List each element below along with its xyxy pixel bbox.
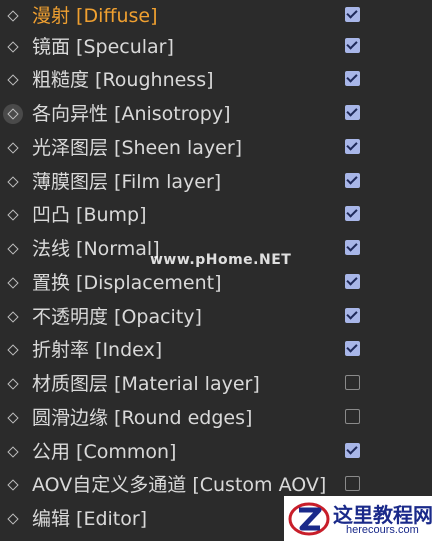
channel-label[interactable]: 粗糙度 [Roughness]	[32, 68, 214, 92]
channel-row[interactable]: 不透明度 [Opacity]	[0, 301, 432, 335]
diamond-icon[interactable]	[7, 513, 19, 525]
diamond-icon[interactable]	[7, 344, 19, 356]
channel-checkbox[interactable]	[345, 206, 360, 221]
material-channel-panel: 漫射 [Diffuse] 镜面 [Specular] 粗糙度 [Roughness]…	[0, 0, 432, 541]
channel-checkbox[interactable]	[345, 139, 360, 154]
channel-label[interactable]: 光泽图层 [Sheen layer]	[32, 136, 242, 160]
diamond-icon[interactable]	[7, 277, 19, 289]
channel-checkbox[interactable]	[345, 308, 360, 323]
channel-checkbox[interactable]	[345, 173, 360, 188]
channel-checkbox[interactable]	[345, 476, 360, 491]
diamond-icon[interactable]	[7, 41, 19, 53]
site-logo: 这里教程网 herecours.com	[284, 496, 432, 541]
channel-label[interactable]: 薄膜图层 [Film layer]	[32, 170, 221, 194]
channel-label[interactable]: 公用 [Common]	[32, 440, 176, 464]
diamond-icon[interactable]	[7, 479, 19, 491]
channel-row[interactable]: 圆滑边缘 [Round edges]	[0, 402, 432, 436]
channel-label[interactable]: 漫射 [Diffuse]	[32, 4, 158, 28]
channel-label[interactable]: 圆滑边缘 [Round edges]	[32, 406, 252, 430]
channel-checkbox[interactable]	[345, 38, 360, 53]
channel-checkbox[interactable]	[345, 443, 360, 458]
diamond-icon[interactable]	[7, 412, 19, 424]
diamond-icon[interactable]	[7, 108, 19, 120]
channel-row[interactable]: 镜面 [Specular]	[0, 31, 432, 65]
channel-checkbox[interactable]	[345, 341, 360, 356]
channel-checkbox[interactable]	[345, 7, 360, 22]
channel-label[interactable]: AOV自定义多通道 [Custom AOV]	[32, 473, 326, 497]
watermark-text: www.pHome.NET	[150, 252, 292, 268]
channel-row[interactable]: 粗糙度 [Roughness]	[0, 64, 432, 98]
diamond-icon[interactable]	[7, 142, 19, 154]
channel-label[interactable]: 镜面 [Specular]	[32, 35, 174, 59]
channel-row[interactable]: 光泽图层 [Sheen layer]	[0, 132, 432, 166]
diamond-icon[interactable]	[7, 378, 19, 390]
channel-checkbox[interactable]	[345, 71, 360, 86]
channel-row[interactable]: 折射率 [Index]	[0, 334, 432, 368]
diamond-icon[interactable]	[7, 209, 19, 221]
diamond-icon[interactable]	[7, 74, 19, 86]
diamond-icon[interactable]	[7, 311, 19, 323]
channel-checkbox[interactable]	[345, 409, 360, 424]
channel-label[interactable]: 材质图层 [Material layer]	[32, 372, 260, 396]
channel-row[interactable]: 各向异性 [Anisotropy]	[0, 98, 432, 132]
diamond-icon[interactable]	[7, 446, 19, 458]
channel-row[interactable]: 漫射 [Diffuse]	[0, 0, 432, 34]
channel-checkbox[interactable]	[345, 105, 360, 120]
logo-domain-text: herecours.com	[346, 524, 419, 536]
channel-label[interactable]: 各向异性 [Anisotropy]	[32, 102, 230, 126]
channel-label[interactable]: 编辑 [Editor]	[32, 507, 147, 531]
channel-row[interactable]: 公用 [Common]	[0, 436, 432, 470]
channel-label[interactable]: 不透明度 [Opacity]	[32, 305, 202, 329]
channel-row[interactable]: 薄膜图层 [Film layer]	[0, 166, 432, 200]
channel-checkbox[interactable]	[345, 240, 360, 255]
diamond-icon[interactable]	[7, 243, 19, 255]
diamond-icon[interactable]	[7, 176, 19, 188]
diamond-hover-highlight	[3, 104, 23, 124]
channel-label[interactable]: 凹凸 [Bump]	[32, 203, 147, 227]
channel-checkbox[interactable]	[345, 274, 360, 289]
logo-z-icon	[288, 502, 330, 536]
channel-row[interactable]: 凹凸 [Bump]	[0, 199, 432, 233]
channel-row[interactable]: 置换 [Displacement]	[0, 267, 432, 301]
diamond-icon[interactable]	[7, 10, 19, 22]
channel-checkbox[interactable]	[345, 375, 360, 390]
channel-row[interactable]: 材质图层 [Material layer]	[0, 368, 432, 402]
channel-label[interactable]: 置换 [Displacement]	[32, 271, 221, 295]
channel-label[interactable]: 折射率 [Index]	[32, 338, 162, 362]
channel-label[interactable]: 法线 [Normal]	[32, 237, 160, 261]
